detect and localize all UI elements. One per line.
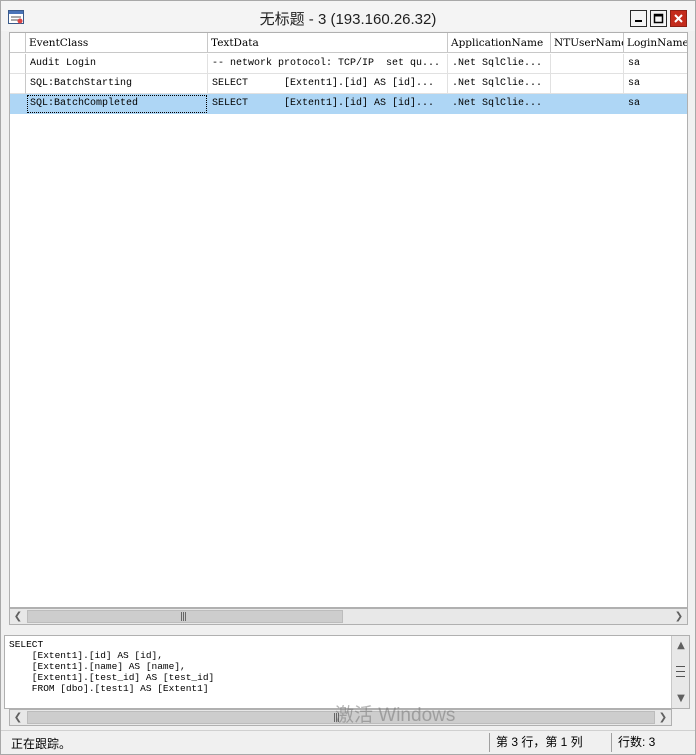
chevron-down-icon[interactable]: ▼ [673,691,689,706]
chevron-right-icon[interactable]: ❯ [655,710,671,725]
cell-loginname: sa [624,94,687,114]
grip-icon [676,666,685,677]
column-header-eventclass[interactable]: EventClass [26,33,208,53]
cell-textdata: SELECT [Extent1].[id] AS [id]... [208,94,448,114]
status-message: 正在跟踪。 [11,737,72,751]
chevron-right-icon[interactable]: ❯ [671,609,687,624]
event-text-detail-pane[interactable]: SELECT [Extent1].[id] AS [id], [Extent1]… [4,635,690,709]
cell-applicationname: .Net SqlClie... [448,54,551,74]
cell-textdata: -- network protocol: TCP/IP set qu... [208,54,448,74]
status-bar: 正在跟踪。 第 3 行，第 1 列 行数: 3 [1,730,695,754]
row-count: 行数: 3 [611,733,691,752]
trace-events-grid[interactable]: EventClass TextData ApplicationName NTUs… [9,32,688,608]
cell-eventclass: Audit Login [26,54,208,74]
cell-ntusername [551,94,624,114]
table-row[interactable]: SQL:BatchStarting SELECT [Extent1].[id] … [10,74,687,94]
row-indicator [10,74,26,94]
maximize-icon [653,13,664,24]
grip-icon: ||| [180,612,187,622]
chevron-up-icon[interactable]: ▲ [673,638,689,653]
chevron-left-icon[interactable]: ❮ [10,710,26,725]
cell-loginname: sa [624,54,687,74]
event-text-data: SELECT [Extent1].[id] AS [id], [Extent1]… [9,639,215,694]
column-header-applicationname[interactable]: ApplicationName [448,33,551,53]
cell-ntusername [551,54,624,74]
cell-eventclass: SQL:BatchStarting [26,74,208,94]
chevron-left-icon[interactable]: ❮ [10,609,26,624]
window-title: 无标题 - 3 (193.160.26.32) [259,11,437,28]
table-row-selected[interactable]: SQL:BatchCompleted SELECT [Extent1].[id]… [10,94,687,114]
cell-textdata: SELECT [Extent1].[id] AS [id]... [208,74,448,94]
close-icon [674,14,683,23]
detail-vertical-scrollbar[interactable]: ▲ ▼ [671,636,689,708]
row-header-spacer [10,33,26,53]
close-button[interactable] [670,10,687,27]
scrollbar-thumb[interactable]: ||| [27,711,655,724]
scrollbar-thumb[interactable]: ||| [27,610,343,623]
row-indicator [10,54,26,74]
cell-applicationname: .Net SqlClie... [448,74,551,94]
cell-applicationname: .Net SqlClie... [448,94,551,114]
cell-ntusername [551,74,624,94]
column-header-loginname[interactable]: LoginName [624,33,687,53]
grip-icon: ||| [333,713,340,723]
table-row[interactable]: Audit Login -- network protocol: TCP/IP … [10,54,687,74]
column-header-ntusername[interactable]: NTUserName [551,33,624,53]
profiler-window: 无标题 - 3 (193.160.26.32) EventClass TextD… [0,0,696,755]
column-header-textdata[interactable]: TextData [208,33,448,53]
row-indicator [10,94,26,114]
maximize-button[interactable] [650,10,667,27]
grid-header: EventClass TextData ApplicationName NTUs… [10,33,687,53]
cursor-position: 第 3 行，第 1 列 [489,733,607,752]
title-bar[interactable]: 无标题 - 3 (193.160.26.32) [1,1,695,31]
minimize-icon [635,20,642,22]
cell-loginname: sa [624,74,687,94]
minimize-button[interactable] [630,10,647,27]
cell-eventclass: SQL:BatchCompleted [26,94,208,114]
detail-horizontal-scrollbar[interactable]: ❮ ||| ❯ [9,709,672,726]
grid-horizontal-scrollbar[interactable]: ❮ ||| ❯ [9,608,688,625]
